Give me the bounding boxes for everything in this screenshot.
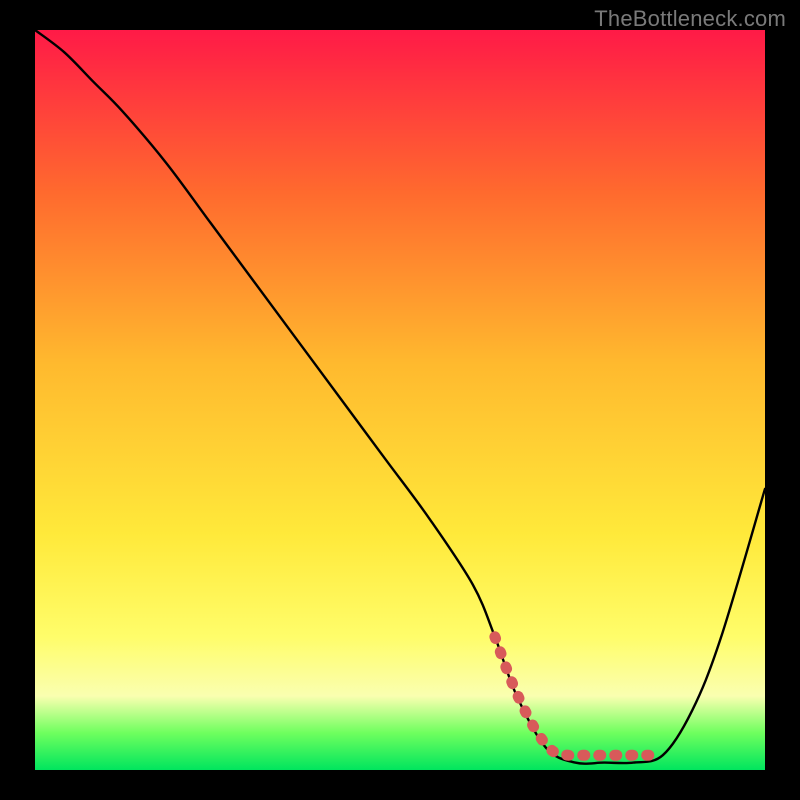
bottleneck-curve-chart [0, 0, 800, 800]
chart-frame: TheBottleneck.com [0, 0, 800, 800]
watermark-text: TheBottleneck.com [594, 6, 786, 32]
plot-background [35, 30, 765, 770]
